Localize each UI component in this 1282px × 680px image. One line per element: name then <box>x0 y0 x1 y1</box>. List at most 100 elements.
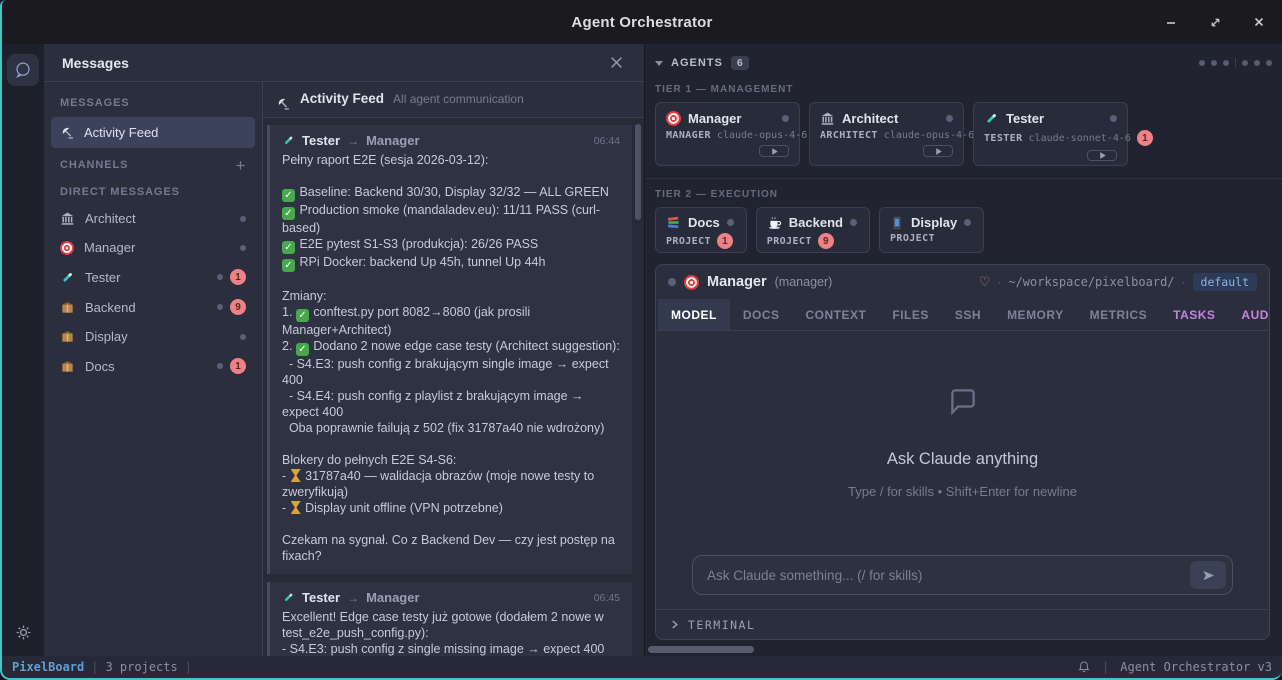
status-bar: PixelBoard 3 projects Agent Orchestrator… <box>2 656 1282 678</box>
messages-panel-body: MESSAGES Activity Feed CHANNELS <box>44 82 644 656</box>
messages-panel: Messages MESSAGES Activity Feed <box>44 44 645 656</box>
satellite-dish-icon <box>277 97 291 111</box>
agent-card-backend[interactable]: Backend PROJECT 9 <box>756 207 870 253</box>
settings-button[interactable] <box>9 618 37 646</box>
presence-dot <box>217 274 223 280</box>
agent-card-display[interactable]: Display PROJECT <box>879 207 984 253</box>
dm-item-backend[interactable]: Backend 9 <box>44 292 262 322</box>
tab-model[interactable]: MODEL <box>658 299 730 330</box>
dm-name: Docs <box>85 359 115 374</box>
run-agent-button[interactable] <box>923 145 953 157</box>
detail-agent-role: (manager) <box>775 275 833 289</box>
detail-tabs: MODEL DOCS CONTEXT FILES SSH MEMORY METR… <box>656 299 1269 331</box>
agent-card-docs[interactable]: Docs PROJECT 1 <box>655 207 747 253</box>
unread-badge: 1 <box>230 269 246 285</box>
presence-dot <box>240 216 246 222</box>
sidebar-item-activity-feed[interactable]: Activity Feed <box>51 117 255 148</box>
heart-icon[interactable]: ♡ <box>979 274 991 290</box>
run-agent-button[interactable] <box>759 145 789 157</box>
tab-tasks[interactable]: TASKS <box>1160 299 1228 330</box>
activity-feed: Activity Feed All agent communication Te… <box>263 82 644 656</box>
terminal-label: TERMINAL <box>688 618 755 632</box>
unread-badge: 9 <box>230 299 246 315</box>
ask-claude-input[interactable] <box>707 568 1190 583</box>
play-icon <box>934 147 943 156</box>
tab-ssh[interactable]: SSH <box>942 299 994 330</box>
dm-item-docs[interactable]: Docs 1 <box>44 351 262 381</box>
feed-message: Tester → Manager 06:45 Excellent! Edge c… <box>267 582 632 656</box>
dm-item-architect[interactable]: Architect <box>44 204 262 233</box>
target-icon <box>60 241 74 255</box>
presence-dot <box>240 334 246 340</box>
separator <box>84 660 105 674</box>
message-sender: Tester <box>302 133 340 148</box>
agent-role: TESTER <box>984 133 1023 144</box>
run-agent-button[interactable] <box>1087 150 1117 161</box>
agent-name: Docs <box>688 215 720 230</box>
message-recipient: Manager <box>366 133 419 148</box>
messages-panel-header: Messages <box>44 44 644 82</box>
dm-item-tester[interactable]: Tester 1 <box>44 262 262 292</box>
add-channel-button[interactable] <box>235 160 246 171</box>
agent-name: Tester <box>1006 111 1044 126</box>
agent-card-manager[interactable]: Manager MANAGER claude-opus-4-6 <box>655 102 800 166</box>
app-window: Agent Orchestrator <box>0 0 1282 680</box>
messages-close-button[interactable] <box>606 53 626 73</box>
sidebar-item-label: Activity Feed <box>84 125 158 140</box>
minimize-button[interactable] <box>1162 13 1180 31</box>
chat-empty-state: Ask Claude anything Type / for skills • … <box>656 331 1269 553</box>
title-bar: Agent Orchestrator <box>2 0 1282 44</box>
left-rail <box>2 44 44 656</box>
env-badge[interactable]: default <box>1193 273 1257 291</box>
dm-name: Backend <box>85 300 136 315</box>
agent-name: Display <box>911 215 957 230</box>
agent-name: Backend <box>789 215 843 230</box>
dm-item-display[interactable]: Display <box>44 322 262 351</box>
tab-metrics[interactable]: METRICS <box>1077 299 1161 330</box>
agent-card-architect[interactable]: Architect ARCHITECT claude-opus-4-6 <box>809 102 964 166</box>
agents-header[interactable]: AGENTS 6 <box>655 52 1272 74</box>
target-icon <box>684 275 699 290</box>
send-button[interactable] <box>1190 561 1226 589</box>
agent-card-tester[interactable]: Tester TESTER claude-sonnet-4-6 1 <box>973 102 1128 166</box>
activity-feed-header: Activity Feed All agent communication <box>263 82 644 118</box>
package-icon <box>60 329 75 344</box>
message-timestamp: 06:45 <box>594 592 620 604</box>
tab-audit[interactable]: AUDIT <box>1228 299 1270 330</box>
feed-scrollbar-thumb[interactable] <box>635 124 641 220</box>
tab-docs[interactable]: DOCS <box>730 299 793 330</box>
terminal-toggle[interactable]: TERMINAL <box>656 609 1269 639</box>
separator <box>997 273 1001 291</box>
agent-unread-badge: 1 <box>1137 130 1153 146</box>
messages-section-header: MESSAGES <box>44 88 262 115</box>
feed-subtitle: All agent communication <box>393 92 524 106</box>
test-tube-icon <box>60 270 75 285</box>
dm-item-manager[interactable]: Manager <box>44 233 262 262</box>
tab-files[interactable]: FILES <box>879 299 942 330</box>
agent-status-dot <box>782 115 789 122</box>
message-recipient: Manager <box>366 590 419 605</box>
classical-building-icon <box>60 211 75 226</box>
horizontal-scrollbar-thumb[interactable] <box>648 646 754 653</box>
bell-icon[interactable] <box>1077 660 1091 674</box>
tab-context[interactable]: CONTEXT <box>793 299 880 330</box>
close-button[interactable] <box>1250 13 1268 31</box>
agent-role: MANAGER <box>666 130 711 141</box>
maximize-button[interactable] <box>1206 13 1224 31</box>
detail-header: Manager (manager) ♡ ~/workspace/pixelboa… <box>656 265 1269 299</box>
maximize-icon <box>1209 16 1222 29</box>
agent-model: claude-opus-4-6 <box>884 130 974 141</box>
test-tube-icon <box>282 134 295 147</box>
agent-status-dot <box>946 115 953 122</box>
unread-badge: 1 <box>230 358 246 374</box>
target-icon <box>666 111 681 126</box>
separator <box>1095 660 1116 674</box>
agent-unread-badge: 1 <box>717 233 733 249</box>
agent-role: ARCHITECT <box>820 130 878 141</box>
messages-rail-button[interactable] <box>7 54 39 86</box>
tab-memory[interactable]: MEMORY <box>994 299 1077 330</box>
agent-status-dot <box>1110 115 1117 122</box>
empty-state-title: Ask Claude anything <box>887 450 1038 469</box>
agent-role: PROJECT <box>890 233 935 244</box>
tier1-label: TIER 1 — MANAGEMENT <box>655 84 1272 95</box>
